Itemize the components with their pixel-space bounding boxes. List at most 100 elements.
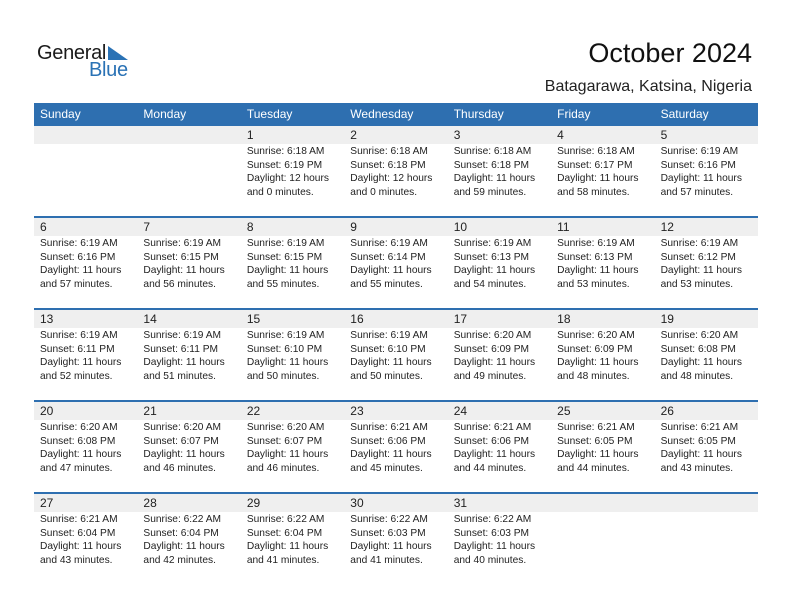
- sunrise-time: Sunrise: 6:20 AM: [453, 330, 532, 341]
- daylight-minutes: and 43 minutes.: [40, 554, 113, 566]
- daylight-minutes: and 50 minutes.: [246, 370, 320, 382]
- day-cell: 8 Sunrise: 6:19 AM Sunset: 6:15 PM Daylight…: [240, 218, 345, 308]
- daylight-minutes: and 41 minutes.: [350, 554, 423, 566]
- daylight-hours: Daylight: 11 hours: [246, 449, 329, 461]
- empty-day-cell: [137, 126, 241, 216]
- daylight-hours: Daylight: 11 hours: [453, 265, 536, 277]
- daylight-hours: Daylight: 12 hours: [350, 173, 433, 185]
- day-cell: 29 Sunrise: 6:22 AM Sunset: 6:04 PM Dayligh…: [240, 494, 345, 584]
- sunset-time: Sunset: 6:14 PM: [350, 251, 426, 263]
- day-cell: 9 Sunrise: 6:19 AM Sunset: 6:14 PM Daylight…: [344, 218, 448, 308]
- sun-info: Sunrise: 6:21 AM Sunset: 6:05 PM Daylight:…: [655, 420, 758, 475]
- day-cell: 26 Sunrise: 6:21 AM Sunset: 6:05 PM Dayligh…: [654, 402, 758, 492]
- sunset-time: Sunset: 6:17 PM: [557, 159, 633, 171]
- daylight-hours: Daylight: 11 hours: [40, 541, 122, 553]
- sunrise-time: Sunrise: 6:22 AM: [453, 514, 532, 525]
- day-number: 29: [240, 494, 345, 512]
- sunrise-time: Sunrise: 6:20 AM: [143, 422, 222, 433]
- weekday-header-thursday: Thursday: [453, 107, 504, 121]
- sunrise-time: Sunrise: 6:19 AM: [660, 238, 739, 249]
- sun-info: Sunrise: 6:19 AM Sunset: 6:15 PM Daylight:…: [241, 236, 344, 291]
- sun-info: Sunrise: 6:20 AM Sunset: 6:08 PM Daylight:…: [34, 420, 137, 475]
- page-title: October 2024: [588, 38, 752, 68]
- weekday-header-sunday: Sunday: [40, 107, 81, 121]
- sun-info: Sunrise: 6:19 AM Sunset: 6:10 PM Daylight:…: [241, 328, 344, 383]
- sunset-time: Sunset: 6:06 PM: [350, 435, 426, 447]
- day-cell: 6 Sunrise: 6:19 AM Sunset: 6:16 PM Daylight…: [34, 218, 138, 308]
- daylight-minutes: and 50 minutes.: [350, 370, 423, 382]
- day-cell: 20 Sunrise: 6:20 AM Sunset: 6:08 PM Dayligh…: [34, 402, 138, 492]
- day-number: 15: [240, 310, 345, 328]
- sunrise-time: Sunrise: 6:22 AM: [246, 514, 325, 525]
- day-cell: 19 Sunrise: 6:20 AM Sunset: 6:08 PM Dayligh…: [654, 310, 758, 400]
- calendar: Sunday Monday Tuesday Wednesday Thursday…: [34, 103, 758, 584]
- sunset-time: Sunset: 6:05 PM: [660, 435, 736, 447]
- daylight-hours: Daylight: 11 hours: [660, 357, 742, 369]
- sun-info: Sunrise: 6:21 AM Sunset: 6:06 PM Daylight:…: [344, 420, 447, 475]
- day-cell: 24 Sunrise: 6:21 AM Sunset: 6:06 PM Dayligh…: [447, 402, 552, 492]
- daylight-minutes: and 46 minutes.: [143, 462, 216, 474]
- calendar-week-row: 20 Sunrise: 6:20 AM Sunset: 6:08 PM Dayligh…: [34, 400, 758, 492]
- day-number: 7: [137, 218, 241, 236]
- sunset-time: Sunset: 6:11 PM: [40, 343, 115, 355]
- weekday-header-monday: Monday: [143, 107, 187, 121]
- sun-info: Sunrise: 6:22 AM Sunset: 6:04 PM Daylight:…: [241, 512, 344, 567]
- sunrise-time: Sunrise: 6:19 AM: [40, 238, 118, 249]
- daylight-hours: Daylight: 11 hours: [143, 265, 225, 277]
- day-cell: 14 Sunrise: 6:19 AM Sunset: 6:11 PM Dayligh…: [137, 310, 241, 400]
- day-number: 14: [137, 310, 241, 328]
- day-cell: 27 Sunrise: 6:21 AM Sunset: 6:04 PM Dayligh…: [34, 494, 138, 584]
- sunset-time: Sunset: 6:06 PM: [453, 435, 530, 447]
- sun-info: Sunrise: 6:19 AM Sunset: 6:16 PM Daylight:…: [34, 236, 137, 291]
- daylight-minutes: and 55 minutes.: [246, 278, 320, 290]
- daylight-minutes: and 57 minutes.: [660, 186, 734, 198]
- daylight-minutes: and 52 minutes.: [40, 370, 113, 382]
- daylight-minutes: and 0 minutes.: [350, 186, 418, 198]
- sunrise-time: Sunrise: 6:20 AM: [660, 330, 739, 341]
- sun-info: Sunrise: 6:19 AM Sunset: 6:12 PM Daylight:…: [655, 236, 758, 291]
- sunrise-time: Sunrise: 6:19 AM: [246, 330, 325, 341]
- daylight-hours: Daylight: 11 hours: [143, 449, 225, 461]
- daylight-minutes: and 42 minutes.: [143, 554, 216, 566]
- daylight-hours: Daylight: 11 hours: [557, 357, 639, 369]
- day-cell: 4 Sunrise: 6:18 AM Sunset: 6:17 PM Daylight…: [551, 126, 655, 216]
- day-number: 11: [551, 218, 655, 236]
- weekday-header-row: Sunday Monday Tuesday Wednesday Thursday…: [34, 103, 758, 126]
- day-cell: 23 Sunrise: 6:21 AM Sunset: 6:06 PM Dayligh…: [344, 402, 448, 492]
- day-number: 31: [447, 494, 552, 512]
- day-cell: 12 Sunrise: 6:19 AM Sunset: 6:12 PM Dayligh…: [654, 218, 758, 308]
- sunset-time: Sunset: 6:13 PM: [557, 251, 633, 263]
- day-number: 6: [34, 218, 138, 236]
- day-number: 22: [240, 402, 345, 420]
- sunset-time: Sunset: 6:10 PM: [246, 343, 323, 355]
- logo: General Blue: [37, 42, 137, 82]
- sun-info: Sunrise: 6:18 AM Sunset: 6:18 PM Daylight:…: [448, 144, 551, 199]
- sunset-time: Sunset: 6:07 PM: [143, 435, 219, 447]
- day-number: 18: [551, 310, 655, 328]
- daylight-minutes: and 47 minutes.: [40, 462, 113, 474]
- day-number: 19: [654, 310, 758, 328]
- sunset-time: Sunset: 6:19 PM: [246, 159, 323, 171]
- daylight-hours: Daylight: 11 hours: [350, 265, 432, 277]
- sunrise-time: Sunrise: 6:19 AM: [350, 330, 428, 341]
- daylight-hours: Daylight: 11 hours: [660, 449, 742, 461]
- sunrise-time: Sunrise: 6:21 AM: [350, 422, 428, 433]
- logo-word-blue: Blue: [89, 59, 128, 81]
- sunset-time: Sunset: 6:03 PM: [453, 527, 530, 539]
- day-number: 12: [654, 218, 758, 236]
- daylight-hours: Daylight: 11 hours: [557, 265, 639, 277]
- day-cell: 7 Sunrise: 6:19 AM Sunset: 6:15 PM Daylight…: [137, 218, 241, 308]
- day-number: 30: [344, 494, 448, 512]
- day-number: 23: [344, 402, 448, 420]
- day-number: 3: [447, 126, 552, 144]
- empty-day-cell: [654, 494, 758, 584]
- sunrise-time: Sunrise: 6:18 AM: [557, 146, 635, 157]
- sun-info: Sunrise: 6:20 AM Sunset: 6:07 PM Daylight:…: [137, 420, 240, 475]
- daylight-minutes: and 41 minutes.: [246, 554, 320, 566]
- daylight-hours: Daylight: 11 hours: [350, 541, 432, 553]
- sunrise-time: Sunrise: 6:18 AM: [453, 146, 532, 157]
- daylight-hours: Daylight: 11 hours: [143, 541, 225, 553]
- daylight-hours: Daylight: 11 hours: [453, 173, 536, 185]
- sunrise-time: Sunrise: 6:20 AM: [557, 330, 635, 341]
- sun-info: Sunrise: 6:21 AM Sunset: 6:04 PM Daylight:…: [34, 512, 137, 567]
